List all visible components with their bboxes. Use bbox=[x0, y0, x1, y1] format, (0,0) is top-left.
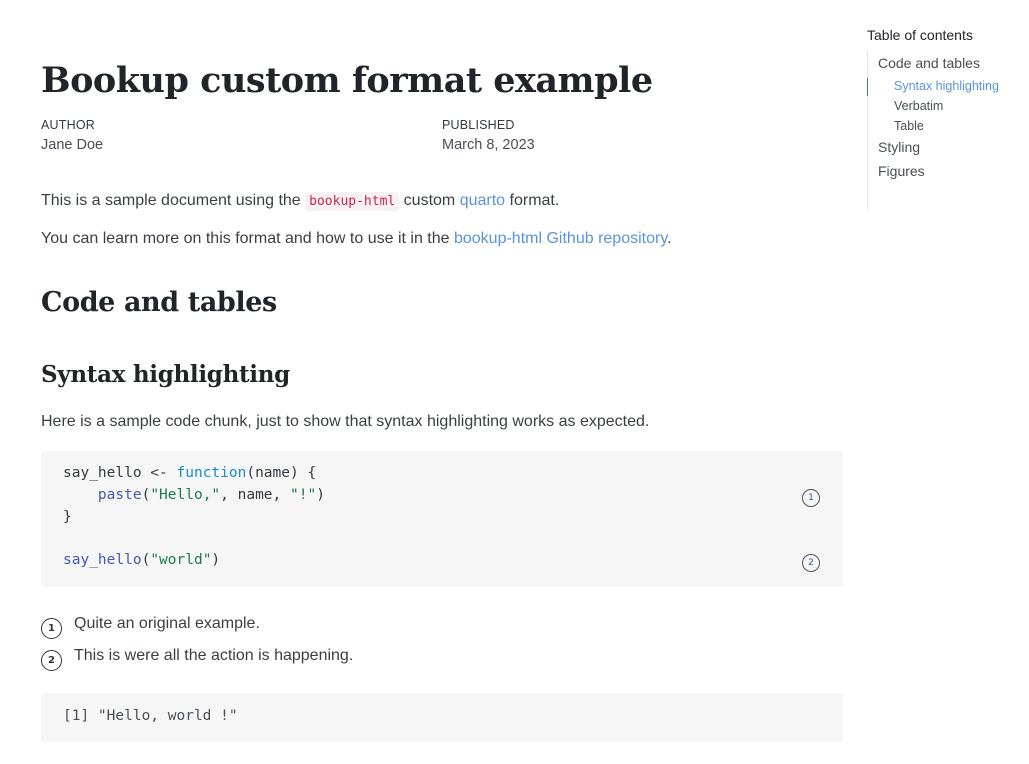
code-annotation-marker-2[interactable]: 2 bbox=[802, 554, 820, 572]
author-block: AUTHOR Jane Doe bbox=[41, 118, 103, 153]
section-heading-code-and-tables: Code and tables bbox=[41, 287, 277, 318]
subsection-heading-syntax-highlighting: Syntax highlighting bbox=[41, 361, 290, 388]
code-token: ) bbox=[211, 552, 221, 568]
code-token: (name) { bbox=[246, 465, 317, 481]
text: This is a sample document using the bbox=[41, 192, 306, 209]
toc-item-syntax-highlighting[interactable]: Syntax highlighting bbox=[894, 79, 999, 93]
inline-code: bookup-html bbox=[305, 192, 400, 211]
published-date: March 8, 2023 bbox=[442, 137, 535, 153]
code-token: say_hello <- bbox=[63, 465, 177, 481]
toc-active-indicator bbox=[867, 78, 868, 96]
code-function: paste bbox=[97, 487, 142, 503]
published-block: PUBLISHED March 8, 2023 bbox=[442, 118, 535, 153]
text: You can learn more on this format and ho… bbox=[41, 230, 454, 247]
code-output-text: [1] "Hello, world !" bbox=[63, 708, 238, 724]
toc-item-figures[interactable]: Figures bbox=[878, 163, 925, 179]
annotation-number: 1 bbox=[41, 618, 62, 639]
code-block: say_hello <- function(name) { paste("Hel… bbox=[41, 451, 843, 587]
code-string: "Hello," bbox=[150, 487, 221, 503]
toc-title: Table of contents bbox=[867, 27, 973, 43]
toc-item-table[interactable]: Table bbox=[894, 119, 924, 133]
code-line-1: say_hello <- function(name) { bbox=[63, 465, 316, 481]
toc-item-verbatim[interactable]: Verbatim bbox=[894, 99, 943, 113]
toc-item-code-and-tables[interactable]: Code and tables bbox=[878, 55, 980, 71]
code-line-5: say_hello("world") bbox=[63, 552, 220, 568]
annotation-text: Quite an original example. bbox=[74, 615, 260, 632]
subsection-paragraph: Here is a sample code chunk, just to sho… bbox=[41, 413, 650, 430]
intro-paragraph-1: This is a sample document using the book… bbox=[41, 192, 560, 211]
annotation-text: This is were all the action is happening… bbox=[74, 647, 354, 664]
code-string: "!" bbox=[290, 487, 317, 503]
toc-list: Code and tables Syntax highlighting Verb… bbox=[867, 50, 1028, 210]
author-name: Jane Doe bbox=[41, 137, 104, 153]
author-label: AUTHOR bbox=[41, 118, 95, 132]
github-repo-link[interactable]: bookup-html Github repository bbox=[454, 230, 667, 247]
annotation-number: 2 bbox=[41, 650, 62, 671]
quarto-link[interactable]: quarto bbox=[460, 192, 505, 209]
toc-item-styling[interactable]: Styling bbox=[878, 139, 920, 155]
text: format. bbox=[505, 192, 560, 209]
intro-paragraph-2: You can learn more on this format and ho… bbox=[41, 230, 672, 248]
published-label: PUBLISHED bbox=[442, 118, 515, 132]
text: . bbox=[667, 230, 672, 247]
code-output-block: [1] "Hello, world !" bbox=[41, 693, 843, 742]
code-token: ( bbox=[141, 552, 151, 568]
code-line-3: } bbox=[63, 509, 72, 525]
code-string: "world" bbox=[150, 552, 212, 568]
code-token: ) bbox=[316, 487, 325, 503]
text: custom bbox=[399, 192, 460, 209]
code-line-2: paste("Hello,", name, "!") bbox=[63, 487, 325, 503]
code-annotation-marker-1[interactable]: 1 bbox=[802, 489, 820, 507]
page-title: Bookup custom format example bbox=[41, 60, 653, 101]
code-keyword: function bbox=[176, 465, 247, 481]
table-of-contents: Table of contents Code and tables Syntax… bbox=[867, 27, 1027, 210]
code-token: ( bbox=[141, 487, 151, 503]
code-token: , name, bbox=[220, 487, 290, 503]
code-function: say_hello bbox=[63, 552, 142, 568]
